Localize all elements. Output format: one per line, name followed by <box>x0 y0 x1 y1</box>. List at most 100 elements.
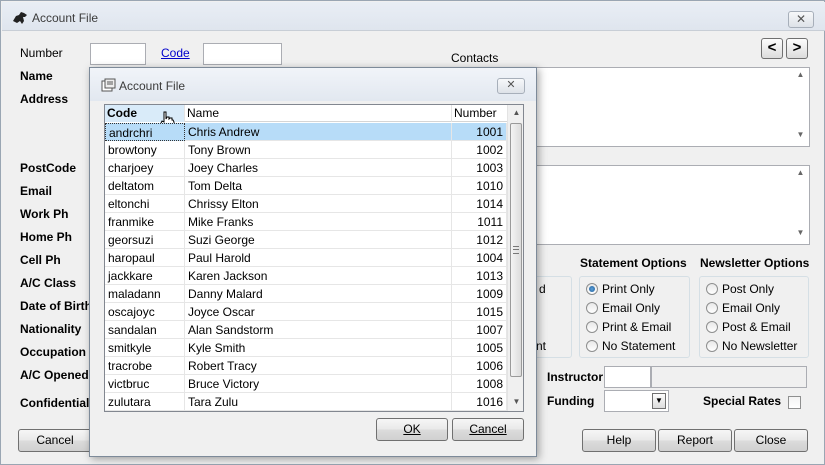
notes-scrollbar[interactable]: ▲ ▼ <box>792 166 809 244</box>
cell-number[interactable]: 1010 <box>452 177 507 195</box>
column-header-name[interactable]: Name <box>185 105 452 122</box>
scroll-down-icon[interactable]: ▼ <box>792 130 809 144</box>
statement-print-only-label[interactable]: Print Only <box>602 282 655 296</box>
scroll-up-icon[interactable]: ▲ <box>792 70 809 84</box>
scroll-up-icon[interactable]: ▲ <box>792 168 809 182</box>
cell-name[interactable]: Bruce Victory <box>185 375 452 393</box>
table-row[interactable]: maladann Danny Malard 1009 <box>105 285 507 303</box>
cell-number[interactable]: 1014 <box>452 195 507 213</box>
cell-number[interactable]: 1009 <box>452 285 507 303</box>
cell-name[interactable]: Tony Brown <box>185 141 452 159</box>
cell-name[interactable]: Suzi George <box>185 231 452 249</box>
table-row[interactable]: tracrobe Robert Tracy 1006 <box>105 357 507 375</box>
statement-email-only-label[interactable]: Email Only <box>602 301 660 315</box>
table-row[interactable]: smitkyle Kyle Smith 1005 <box>105 339 507 357</box>
close-button[interactable]: Close <box>734 429 808 452</box>
table-row[interactable]: charjoey Joey Charles 1003 <box>105 159 507 177</box>
dialog-cancel-button[interactable]: Cancel <box>452 418 524 441</box>
cell-name[interactable]: Karen Jackson <box>185 267 452 285</box>
column-header-number[interactable]: Number <box>452 105 507 122</box>
cell-number[interactable]: 1008 <box>452 375 507 393</box>
cell-number[interactable]: 1002 <box>452 141 507 159</box>
cell-number[interactable]: 1012 <box>452 231 507 249</box>
cell-name[interactable]: Chris Andrew <box>185 123 452 141</box>
instructor-code-input[interactable] <box>604 366 651 388</box>
cell-code[interactable]: charjoey <box>105 159 185 177</box>
cell-number[interactable]: 1011 <box>452 213 507 231</box>
cell-name[interactable]: Joyce Oscar <box>185 303 452 321</box>
cell-number[interactable]: 1003 <box>452 159 507 177</box>
cell-code[interactable]: smitkyle <box>105 339 185 357</box>
cell-number[interactable]: 1006 <box>452 357 507 375</box>
statement-none-label[interactable]: No Statement <box>602 339 675 353</box>
grid-scrollbar[interactable]: ▲ ▼ <box>507 105 523 411</box>
window-close-button[interactable]: ✕ <box>788 11 814 28</box>
cell-number[interactable]: 1001 <box>452 123 507 141</box>
statement-print-only-radio[interactable] <box>586 283 598 295</box>
newsletter-post-only-label[interactable]: Post Only <box>722 282 774 296</box>
statement-print-email-radio[interactable] <box>586 321 598 333</box>
cell-number[interactable]: 1016 <box>452 393 507 411</box>
cell-name[interactable]: Danny Malard <box>185 285 452 303</box>
chevron-down-icon[interactable]: ▼ <box>652 393 666 409</box>
newsletter-post-email-label[interactable]: Post & Email <box>722 320 791 334</box>
cell-name[interactable]: Tara Zulu <box>185 393 452 411</box>
cell-name[interactable]: Chrissy Elton <box>185 195 452 213</box>
cell-number[interactable]: 1007 <box>452 321 507 339</box>
contacts-memo[interactable]: ▲ ▼ <box>533 67 810 147</box>
statement-email-only-radio[interactable] <box>586 302 598 314</box>
cancel-button[interactable]: Cancel <box>18 429 92 452</box>
code-input[interactable] <box>203 43 282 65</box>
table-row[interactable]: andrchri Chris Andrew 1001 <box>105 123 507 141</box>
newsletter-none-label[interactable]: No Newsletter <box>722 339 797 353</box>
table-row[interactable]: victbruc Bruce Victory 1008 <box>105 375 507 393</box>
table-row[interactable]: jackkare Karen Jackson 1013 <box>105 267 507 285</box>
cell-name[interactable]: Alan Sandstorm <box>185 321 452 339</box>
table-row[interactable]: browtony Tony Brown 1002 <box>105 141 507 159</box>
table-row[interactable]: oscajoyc Joyce Oscar 1015 <box>105 303 507 321</box>
table-row[interactable]: sandalan Alan Sandstorm 1007 <box>105 321 507 339</box>
table-row[interactable]: georsuzi Suzi George 1012 <box>105 231 507 249</box>
cell-code[interactable]: jackkare <box>105 267 185 285</box>
previous-record-button[interactable]: < <box>761 38 783 59</box>
newsletter-email-only-label[interactable]: Email Only <box>722 301 780 315</box>
dialog-ok-button[interactable]: OK <box>376 418 448 441</box>
cell-name[interactable]: Joey Charles <box>185 159 452 177</box>
scroll-down-icon[interactable]: ▼ <box>792 228 809 242</box>
statement-none-radio[interactable] <box>586 340 598 352</box>
cell-code[interactable]: andrchri <box>105 123 185 141</box>
dialog-close-button[interactable]: ✕ <box>497 78 525 94</box>
report-button[interactable]: Report <box>658 429 732 452</box>
cell-number[interactable]: 1004 <box>452 249 507 267</box>
help-button[interactable]: Help <box>582 429 656 452</box>
cell-number[interactable]: 1015 <box>452 303 507 321</box>
statement-print-email-label[interactable]: Print & Email <box>602 320 671 334</box>
cell-code[interactable]: sandalan <box>105 321 185 339</box>
table-row[interactable]: eltonchi Chrissy Elton 1014 <box>105 195 507 213</box>
cell-code[interactable]: haropaul <box>105 249 185 267</box>
newsletter-post-only-radio[interactable] <box>706 283 718 295</box>
cell-name[interactable]: Robert Tracy <box>185 357 452 375</box>
cell-code[interactable]: zulutara <box>105 393 185 411</box>
cell-code[interactable]: franmike <box>105 213 185 231</box>
cell-name[interactable]: Tom Delta <box>185 177 452 195</box>
scroll-up-icon[interactable]: ▲ <box>508 105 523 121</box>
cell-name[interactable]: Paul Harold <box>185 249 452 267</box>
table-row[interactable]: zulutara Tara Zulu 1016 <box>105 393 507 411</box>
account-list-grid[interactable]: Code Name Number andrchri Chris Andrew 100… <box>104 104 524 412</box>
next-record-button[interactable]: > <box>786 38 808 59</box>
scrollbar-thumb[interactable] <box>510 123 522 377</box>
cell-code[interactable]: eltonchi <box>105 195 185 213</box>
cell-code[interactable]: tracrobe <box>105 357 185 375</box>
cell-number[interactable]: 1005 <box>452 339 507 357</box>
special-rates-checkbox[interactable] <box>788 396 801 409</box>
cell-code[interactable]: deltatom <box>105 177 185 195</box>
scroll-down-icon[interactable]: ▼ <box>508 394 523 410</box>
funding-select[interactable]: ▼ <box>604 390 669 412</box>
table-row[interactable]: haropaul Paul Harold 1004 <box>105 249 507 267</box>
number-input[interactable] <box>90 43 146 65</box>
table-row[interactable]: deltatom Tom Delta 1010 <box>105 177 507 195</box>
cell-code[interactable]: victbruc <box>105 375 185 393</box>
newsletter-post-email-radio[interactable] <box>706 321 718 333</box>
cell-code[interactable]: oscajoyc <box>105 303 185 321</box>
